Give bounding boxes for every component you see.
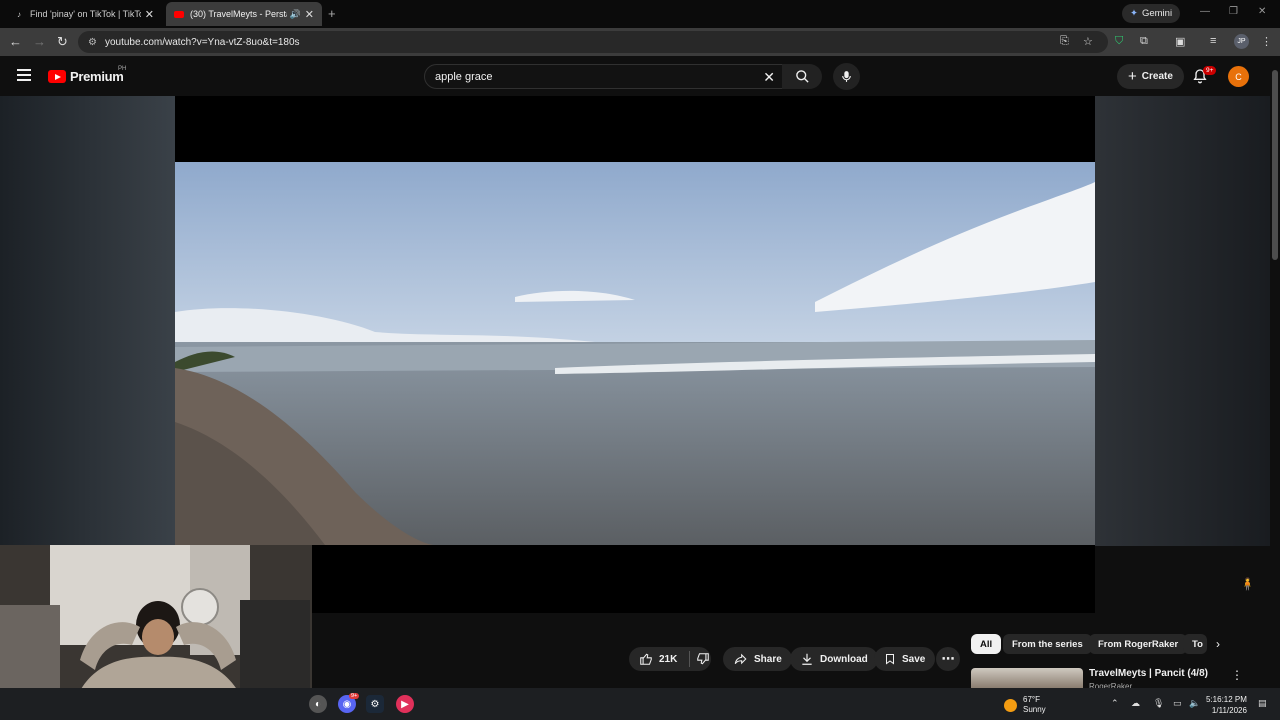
profile-avatar[interactable]: JP bbox=[1234, 34, 1249, 49]
site-info-icon[interactable]: ⚙ bbox=[88, 37, 97, 48]
like-dislike-group: 21K bbox=[629, 647, 711, 671]
reading-list-icon[interactable]: ≡ bbox=[1210, 35, 1216, 47]
chevron-right-icon[interactable]: › bbox=[1216, 637, 1220, 651]
browser-toolbar: ← → ↻ ⚙ youtube.com/watch?v=Yna-vtZ-8uo&… bbox=[0, 28, 1280, 56]
shield-extension-icon[interactable]: ⛉ bbox=[1115, 35, 1123, 48]
country-code: PH bbox=[118, 66, 127, 72]
weather-desc: Sunny bbox=[1023, 705, 1046, 714]
browser-menu-icon[interactable]: ⋮ bbox=[1261, 35, 1272, 48]
tab-title: (30) TravelMeyts - Perstaym bbox=[190, 9, 287, 19]
gemini-label: Gemini bbox=[1141, 8, 1173, 19]
close-tab-icon[interactable]: ✕ bbox=[145, 8, 154, 21]
save-button[interactable]: Save bbox=[874, 647, 936, 671]
chip-from-the-series[interactable]: From the series bbox=[1003, 634, 1092, 654]
youtube-header: Premium PH apple grace ✕ + Create 9+ C bbox=[0, 56, 1270, 96]
weather-temp: 67°F bbox=[1023, 695, 1040, 704]
media-player-icon[interactable]: ▶ bbox=[396, 695, 414, 713]
reload-icon[interactable]: ↻ bbox=[57, 34, 68, 50]
volume-icon[interactable]: 🔈 bbox=[1189, 698, 1200, 709]
discord-badge: 9+ bbox=[349, 693, 360, 699]
download-label: Download bbox=[820, 653, 868, 665]
create-label: Create bbox=[1141, 71, 1173, 82]
create-button[interactable]: + Create bbox=[1117, 64, 1184, 89]
recommendation-title[interactable]: TravelMeyts | Pancit (4/8) bbox=[1089, 668, 1208, 679]
divider bbox=[689, 651, 691, 667]
tab-title: Find 'pinay' on TikTok | TikTok S bbox=[30, 9, 141, 19]
sun-icon bbox=[1004, 698, 1017, 712]
search-button[interactable] bbox=[782, 64, 822, 89]
account-avatar[interactable]: C bbox=[1228, 66, 1249, 87]
clock-time: 5:16:12 PM bbox=[1206, 695, 1247, 704]
network-icon[interactable]: ▭ bbox=[1173, 698, 1182, 709]
recommendation-thumbnail[interactable] bbox=[971, 668, 1083, 688]
close-tab-icon[interactable]: ✕ bbox=[305, 8, 314, 21]
notification-center-icon[interactable]: ▤ bbox=[1258, 698, 1267, 709]
more-horizontal-icon: ⋯ bbox=[941, 651, 955, 666]
system-clock[interactable]: 5:16:12 PM 1/11/2026 bbox=[1206, 694, 1247, 716]
onedrive-icon[interactable]: ☁ bbox=[1131, 698, 1140, 709]
forward-icon[interactable]: → bbox=[33, 34, 46, 49]
microphone-icon bbox=[842, 71, 851, 82]
more-actions-button[interactable]: ⋯ bbox=[936, 647, 960, 671]
bookmark-icon bbox=[886, 654, 894, 665]
minimize-icon[interactable]: — bbox=[1200, 6, 1210, 17]
like-count[interactable]: 21K bbox=[659, 654, 677, 665]
download-button[interactable]: Download bbox=[790, 647, 878, 671]
tab-youtube[interactable]: (30) TravelMeyts - Perstaym 🔊 ✕ bbox=[166, 2, 322, 26]
chevron-up-icon[interactable]: ⌃ bbox=[1111, 698, 1119, 709]
chip-all[interactable]: All bbox=[971, 634, 1002, 654]
tiktok-icon: ♪ bbox=[17, 9, 21, 19]
more-vertical-icon[interactable]: ⋮ bbox=[1231, 668, 1243, 682]
tab-search-icon[interactable]: ▣ bbox=[1175, 35, 1185, 48]
voice-search-button[interactable] bbox=[833, 63, 860, 90]
video-player[interactable] bbox=[175, 96, 1095, 613]
browser-tab-strip: ♪ Find 'pinay' on TikTok | TikTok S ✕ (3… bbox=[0, 0, 1280, 28]
scrollbar-thumb[interactable] bbox=[1272, 70, 1278, 260]
logo-text: Premium bbox=[70, 69, 124, 84]
chip-to[interactable]: To bbox=[1183, 634, 1207, 654]
search-value: apple grace bbox=[435, 70, 493, 83]
gemini-icon: ✦ bbox=[1130, 8, 1138, 19]
notification-badge: 9+ bbox=[1203, 66, 1217, 75]
share-button[interactable]: Share bbox=[723, 647, 792, 671]
clock-date: 1/11/2026 bbox=[1211, 706, 1247, 715]
youtube-logo[interactable]: Premium bbox=[48, 69, 124, 84]
steam-icon[interactable]: ⚙ bbox=[366, 695, 384, 713]
ambient-mode-right bbox=[1095, 96, 1270, 546]
thumbs-up-icon[interactable] bbox=[639, 652, 653, 666]
extensions-icon[interactable]: ⧉ bbox=[1140, 35, 1148, 48]
youtube-icon bbox=[174, 9, 184, 19]
gemini-button[interactable]: ✦ Gemini bbox=[1122, 4, 1181, 23]
search-input[interactable]: apple grace ✕ bbox=[424, 64, 788, 89]
weather-widget[interactable]: 67°F Sunny bbox=[1004, 695, 1046, 715]
search-icon bbox=[795, 70, 809, 83]
save-label: Save bbox=[902, 653, 926, 665]
clear-search-icon[interactable]: ✕ bbox=[763, 69, 775, 86]
url-text: youtube.com/watch?v=Yna-vtZ-8uo&t=180s bbox=[104, 36, 300, 48]
bookmark-star-icon[interactable]: ☆ bbox=[1083, 35, 1093, 48]
share-icon bbox=[734, 653, 747, 665]
youtube-play-icon bbox=[48, 70, 66, 83]
maximize-icon[interactable]: ❐ bbox=[1229, 6, 1238, 17]
address-bar[interactable]: ⚙ youtube.com/watch?v=Yna-vtZ-8uo&t=180s bbox=[78, 31, 1108, 53]
thumbs-down-icon[interactable] bbox=[696, 652, 710, 666]
tab-tiktok[interactable]: ♪ Find 'pinay' on TikTok | TikTok S ✕ bbox=[6, 2, 162, 26]
close-window-icon[interactable]: ✕ bbox=[1258, 6, 1266, 17]
download-icon bbox=[802, 653, 812, 665]
microphone-tray-icon[interactable]: 🎙 bbox=[1153, 698, 1164, 709]
speaker-icon[interactable]: 🔊 bbox=[290, 9, 301, 20]
share-label: Share bbox=[754, 653, 782, 665]
plus-icon: + bbox=[1128, 68, 1137, 85]
new-tab-button[interactable]: + bbox=[328, 6, 336, 21]
back-icon[interactable]: ← bbox=[9, 34, 22, 49]
install-app-icon[interactable]: ⎘ bbox=[1060, 35, 1069, 48]
menu-icon[interactable] bbox=[17, 69, 31, 81]
os-taskbar bbox=[0, 688, 1280, 720]
ambient-mode-left bbox=[0, 96, 175, 546]
channel-watermark-icon[interactable]: 🧍 bbox=[1240, 577, 1255, 591]
chip-from-rogerraker[interactable]: From RogerRaker bbox=[1089, 634, 1188, 654]
video-frame-beach bbox=[175, 162, 1095, 545]
app-icon[interactable]: ◐ bbox=[309, 695, 327, 713]
